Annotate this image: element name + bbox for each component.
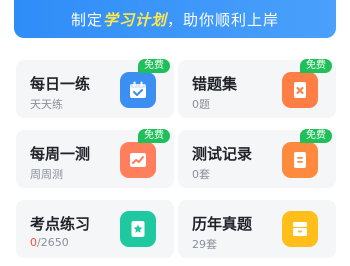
trend-chart-icon <box>120 142 156 178</box>
card-subtitle: 0套 <box>192 168 210 181</box>
calendar-check-icon <box>120 72 156 108</box>
study-plan-banner[interactable]: 制定 学习计划 ，助你顺利上岸 <box>14 0 336 38</box>
error-doc-icon <box>282 72 318 108</box>
card-title: 测试记录 <box>192 145 253 163</box>
archive-box-icon <box>282 211 318 247</box>
past-exams-card[interactable]: 历年真题 29套 <box>178 200 336 258</box>
banner-highlight: 学习计划 <box>102 10 167 29</box>
banner-suffix: ，助你顺利上岸 <box>167 10 280 29</box>
weekly-test-card[interactable]: 每周一测 周周测 免费 <box>16 129 174 188</box>
card-subtitle: 0题 <box>192 98 210 111</box>
free-badge: 免费 <box>300 59 332 73</box>
card-subtitle: 29套 <box>192 238 217 251</box>
free-badge: 免费 <box>138 59 170 73</box>
card-subtitle: 天天练 <box>30 98 63 111</box>
free-badge: 免费 <box>138 129 170 143</box>
progress-count: 0 <box>30 236 37 249</box>
progress-total: /2650 <box>37 236 69 249</box>
record-doc-icon <box>282 142 318 178</box>
daily-practice-card[interactable]: 每日一练 天天练 免费 <box>16 59 174 118</box>
banner-prefix: 制定 <box>70 10 103 29</box>
star-book-icon <box>120 211 156 247</box>
card-title: 错题集 <box>192 75 238 93</box>
free-badge: 免费 <box>300 129 332 143</box>
card-subtitle: 周周测 <box>30 168 63 181</box>
card-title: 考点练习 <box>30 215 91 233</box>
topic-practice-card[interactable]: 考点练习 0/2650 <box>16 200 174 258</box>
wrong-questions-card[interactable]: 错题集 0题 免费 <box>178 59 336 118</box>
card-subtitle: 0/2650 <box>30 236 69 249</box>
test-record-card[interactable]: 测试记录 0套 免费 <box>178 129 336 188</box>
card-title: 每日一练 <box>30 75 91 93</box>
card-title: 每周一测 <box>30 145 91 163</box>
card-title: 历年真题 <box>192 215 253 233</box>
